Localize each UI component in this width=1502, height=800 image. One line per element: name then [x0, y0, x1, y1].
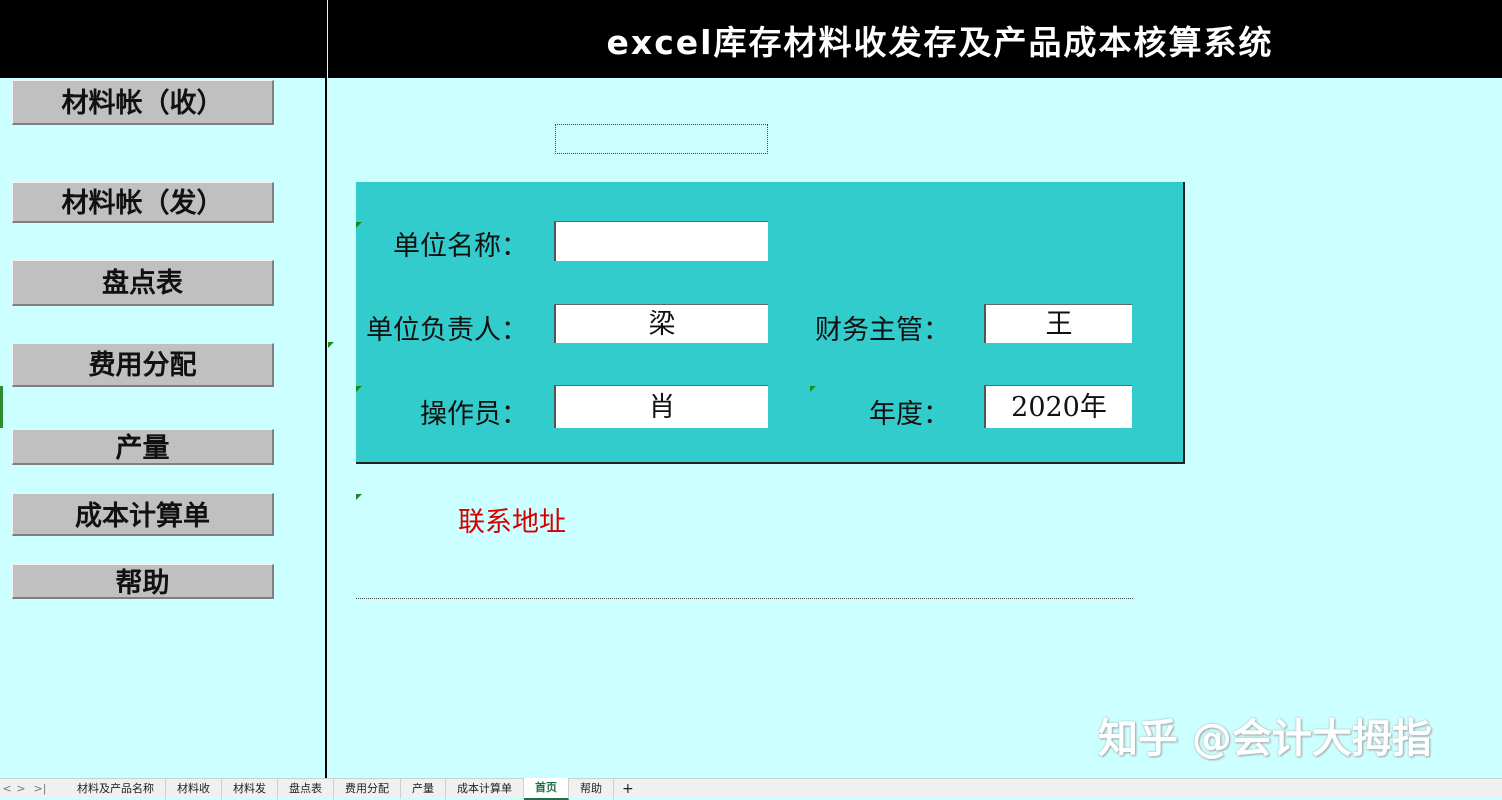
sheet-tab-cost-sheet[interactable]: 成本计算单 [446, 778, 524, 799]
sheet-tab-home[interactable]: 首页 [524, 777, 569, 800]
operator-field[interactable]: 肖 [554, 385, 768, 428]
sheet-tab-materials-receive[interactable]: 材料收 [166, 778, 222, 799]
watermark-text: 知乎 @会计大拇指 [1098, 716, 1432, 762]
cost-allocation-button[interactable]: 费用分配 [12, 343, 274, 387]
sheet-tab-materials-products[interactable]: 材料及产品名称 [66, 778, 166, 799]
cost-sheet-button[interactable]: 成本计算单 [12, 493, 274, 536]
inventory-count-button[interactable]: 盘点表 [12, 260, 274, 306]
dotted-separator [356, 598, 1133, 599]
year-label: 年度： [869, 399, 950, 430]
comment-marker [328, 342, 334, 348]
finance-head-field[interactable]: 王 [984, 304, 1132, 343]
sheet-tab-bar: < > >| 材料及产品名称 材料收 材料发 盘点表 费用分配 产量 成本计算单… [0, 777, 1502, 800]
unit-head-label: 单位负责人： [366, 315, 528, 346]
next-sheet-icon[interactable]: > [14, 782, 28, 795]
help-button[interactable]: 帮助 [12, 564, 274, 599]
material-receive-button[interactable]: 材料帐（收） [12, 80, 274, 125]
info-panel: 单位名称： 单位负责人： 梁 财务主管： 王 操作员： 肖 年度： 2020年 [356, 182, 1185, 464]
year-field[interactable]: 2020年 [984, 385, 1132, 428]
unit-name-label: 单位名称： [393, 231, 528, 262]
sheet-tab-help[interactable]: 帮助 [569, 778, 614, 799]
app-title: excel库存材料收发存及产品成本核算系统 [606, 23, 1274, 62]
material-issue-button[interactable]: 材料帐（发） [12, 182, 274, 223]
output-button[interactable]: 产量 [12, 429, 274, 465]
add-sheet-icon[interactable]: + [614, 781, 642, 797]
sheet-tab-materials-issue[interactable]: 材料发 [222, 778, 278, 799]
sheet-tab-output[interactable]: 产量 [401, 778, 446, 799]
column-divider [325, 0, 327, 778]
comment-marker [356, 494, 362, 500]
selected-cell[interactable] [555, 124, 768, 154]
last-sheet-icon[interactable]: >| [28, 782, 52, 795]
contact-address-link[interactable]: 联系地址 [458, 500, 566, 539]
row-selection-marker [0, 386, 3, 428]
finance-head-label: 财务主管： [815, 315, 950, 346]
sheet-tab-inventory[interactable]: 盘点表 [278, 778, 334, 799]
sheet-tab-cost-allocation[interactable]: 费用分配 [334, 778, 401, 799]
operator-label: 操作员： [420, 399, 528, 430]
header-left-block [0, 0, 326, 78]
unit-name-field[interactable] [554, 221, 768, 261]
prev-sheet-icon[interactable]: < [0, 782, 14, 795]
unit-head-field[interactable]: 梁 [554, 304, 768, 343]
